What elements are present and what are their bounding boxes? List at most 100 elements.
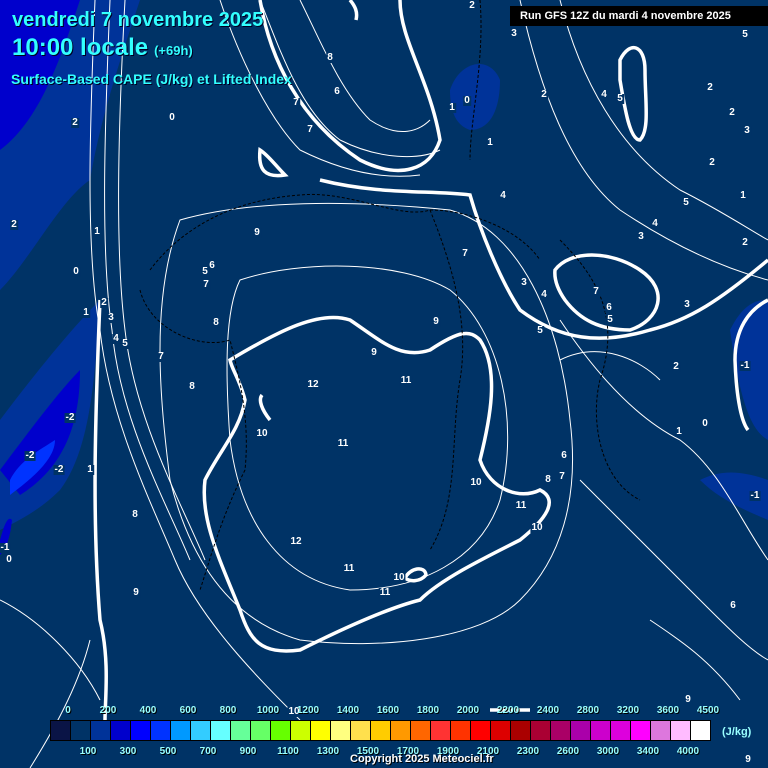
lifted-index-label: 9 [370,347,378,358]
lifted-index-label: 0 [72,266,80,277]
legend-label: 1400 [336,705,360,716]
thick-contours [93,0,768,721]
legend-swatch [511,721,531,740]
legend-swatch [331,721,351,740]
forecast-time-text: 10:00 locale [12,34,149,61]
lifted-index-label: 0 [463,95,471,106]
legend-swatch [151,721,171,740]
legend-label: 2800 [576,705,600,716]
legend-swatch [191,721,211,740]
legend-swatch [471,721,491,740]
lifted-index-label: 3 [743,125,751,136]
lifted-index-label: 6 [208,260,216,271]
lifted-index-label: -2 [24,450,36,461]
lifted-index-label: 2 [468,0,476,11]
map-canvas [0,0,768,768]
lifted-index-label: 0 [168,112,176,123]
legend-label: 1300 [316,746,340,757]
legend-swatch [231,721,251,740]
lifted-index-label: 8 [188,381,196,392]
legend-label: 2400 [536,705,560,716]
forecast-lead-time: (+69h) [154,43,193,58]
lifted-index-label: 11 [336,438,350,449]
lifted-index-label: 12 [306,379,320,390]
legend-unit: (J/kg) [722,726,752,738]
lifted-index-label: 2 [10,219,18,230]
legend-label: 100 [79,746,97,757]
legend-swatch [171,721,191,740]
legend-swatch [631,721,651,740]
legend-swatch [391,721,411,740]
legend-swatch [371,721,391,740]
legend-label: 2300 [516,746,540,757]
legend-swatch [51,721,71,740]
legend-swatch [111,721,131,740]
lifted-index-label: 9 [132,587,140,598]
forecast-date: vendredi 7 novembre 2025 [12,9,264,31]
legend-label: 2200 [496,705,520,716]
lifted-index-label: 3 [107,312,115,323]
legend-swatch [651,721,671,740]
legend-swatch [311,721,331,740]
lifted-index-label: 7 [292,97,300,108]
legend-label: 1200 [296,705,320,716]
lifted-index-label: 7 [306,124,314,135]
lifted-index-label: 9 [744,754,752,765]
lifted-index-label: 6 [333,86,341,97]
lifted-index-label: -1 [749,490,761,501]
lifted-index-label: 4 [651,218,659,229]
legend-swatch [451,721,471,740]
legend-label: 1100 [277,746,299,757]
lifted-index-label: 7 [157,351,165,362]
legend-swatch [491,721,511,740]
lifted-index-label: 3 [520,277,528,288]
legend-label: 800 [219,705,237,716]
lifted-index-label: 11 [342,563,356,574]
legend-label: 900 [239,746,257,757]
legend-swatch [691,721,710,740]
lifted-index-label: 11 [399,375,413,386]
legend-swatch [431,721,451,740]
lifted-index-label: 10 [469,477,483,488]
lifted-index-label: 12 [289,536,303,547]
legend-label: 700 [199,746,217,757]
lifted-index-label: 6 [729,600,737,611]
legend-swatch [411,721,431,740]
lifted-index-label: 1 [86,464,94,475]
lifted-index-label: 2 [728,107,736,118]
lifted-index-label: 3 [637,231,645,242]
legend-swatch [351,721,371,740]
legend-swatch [531,721,551,740]
lifted-index-label: 9 [432,316,440,327]
legend-label: 1600 [376,705,400,716]
lifted-index-label: 2 [100,297,108,308]
map-title: Surface-Based CAPE (J/kg) et Lifted Inde… [11,71,292,87]
lifted-index-label: 8 [212,317,220,328]
cape-color-legend [50,720,711,741]
lifted-index-label: 8 [544,474,552,485]
legend-label: 3000 [596,746,620,757]
legend-swatch [91,721,111,740]
lifted-index-label: -1 [0,542,11,553]
thin-contours [0,0,768,768]
lifted-index-label: 8 [131,509,139,520]
legend-label: 3200 [616,705,640,716]
lifted-index-label: 9 [684,694,692,705]
lifted-index-label: 7 [558,471,566,482]
lifted-index-label: 2 [708,157,716,168]
legend-label: 200 [99,705,117,716]
legend-swatch [551,721,571,740]
lifted-index-label: 1 [739,190,747,201]
lifted-index-label: 5 [741,29,749,40]
lifted-index-label: 2 [71,117,79,128]
legend-label: 2600 [556,746,580,757]
lifted-index-label: 7 [461,248,469,259]
legend-swatch [131,721,151,740]
lifted-index-label: 5 [201,266,209,277]
lifted-index-label: 10 [530,522,544,533]
borders [139,0,641,591]
copyright: Copyright 2025 Meteociel.fr [350,753,494,765]
lifted-index-label: 4 [112,333,120,344]
lifted-index-label: 1 [675,426,683,437]
weather-map: 2358677020124522312451934221765703476532… [0,0,768,768]
